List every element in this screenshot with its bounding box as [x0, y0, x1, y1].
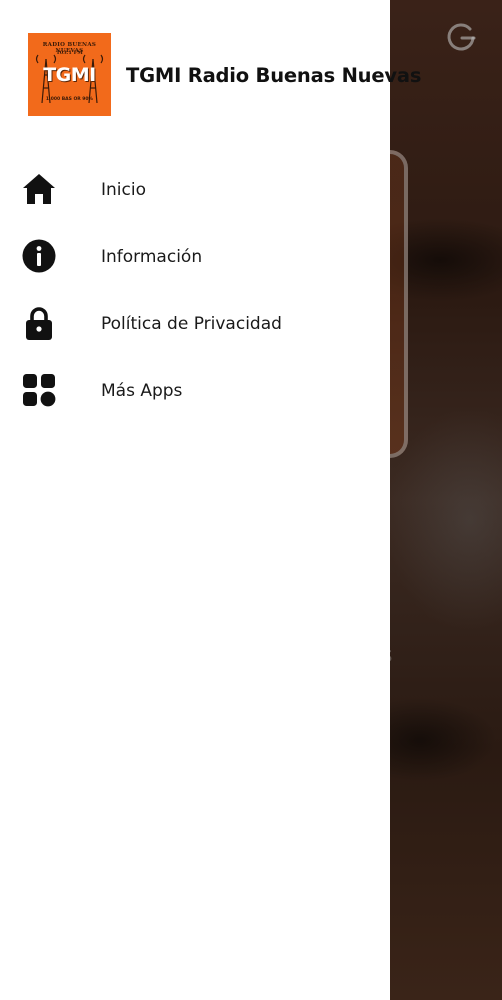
lock-icon — [26, 307, 52, 340]
menu-item-label: Política de Privacidad — [101, 314, 282, 334]
menu-item-label: Inicio — [101, 180, 146, 200]
menu-item-label: Más Apps — [101, 381, 183, 401]
logo-text-main: TGMI — [43, 64, 96, 86]
menu-item-informacion[interactable]: Información — [0, 225, 390, 292]
menu-item-privacidad[interactable]: Política de Privacidad — [0, 292, 390, 359]
app-logo: RADIO BUENAS NUEVAS 103.1 FM TGMI 1,000 … — [28, 33, 111, 116]
power-icon[interactable] — [444, 20, 480, 56]
drawer-header: RADIO BUENAS NUEVAS 103.1 FM TGMI 1,000 … — [0, 0, 421, 140]
app-title: TGMI Radio Buenas Nuevas — [126, 64, 422, 87]
apps-icon — [23, 374, 56, 407]
navigation-drawer: RADIO BUENAS NUEVAS 103.1 FM TGMI 1,000 … — [0, 0, 421, 1000]
menu-item-mas-apps[interactable]: Más Apps — [0, 359, 390, 426]
menu-item-inicio[interactable]: Inicio — [0, 158, 390, 225]
home-icon — [23, 174, 55, 204]
drawer-menu: Inicio Información Política de Privacida… — [0, 158, 390, 426]
logo-text-bottom: 1,000 BAS OR 90% — [45, 97, 94, 102]
info-icon — [22, 239, 56, 273]
menu-item-label: Información — [101, 247, 203, 267]
logo-text-frequency: 103.1 FM — [56, 50, 83, 56]
